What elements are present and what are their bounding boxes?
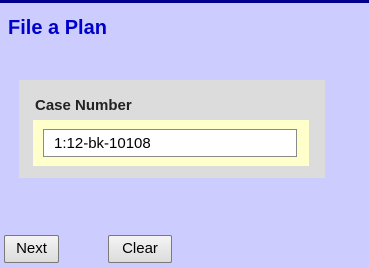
next-button[interactable]: Next — [4, 235, 59, 263]
case-number-panel: Case Number — [19, 80, 325, 178]
case-number-input-highlight — [33, 120, 309, 166]
case-number-input[interactable] — [43, 129, 297, 157]
page-title: File a Plan — [8, 17, 107, 39]
clear-button[interactable]: Clear — [108, 235, 172, 263]
case-number-label: Case Number — [35, 97, 132, 114]
top-divider — [0, 0, 369, 3]
